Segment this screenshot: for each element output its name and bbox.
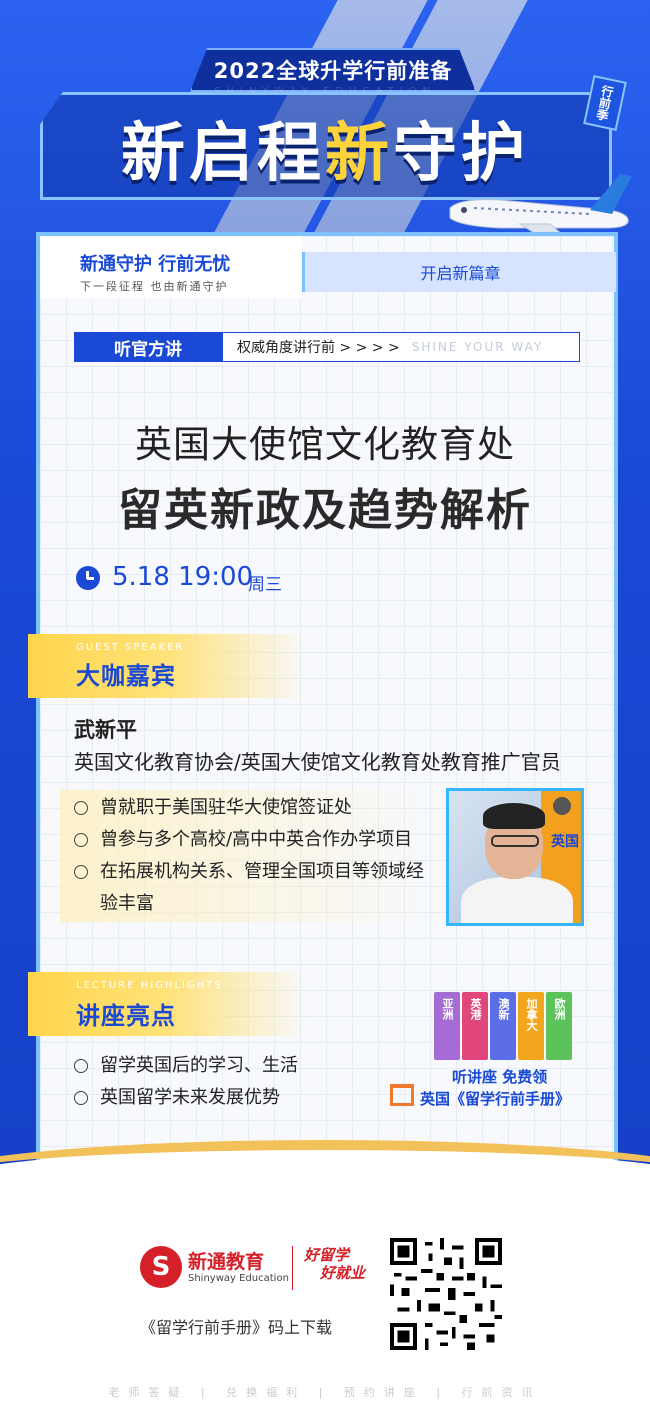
highlight-bullets: 留学英国后的学习、生活 英国留学未来发展优势: [74, 1050, 298, 1114]
book: 英港: [462, 992, 488, 1060]
highlights-section-en: LECTURE HIGHLIGHTS: [76, 980, 223, 991]
circle-bullet-icon: [74, 865, 88, 879]
event-datetime: 5.18 19:00: [112, 562, 254, 592]
gift-icon: [390, 1084, 414, 1106]
speaker-bullets: 曾就职于美国驻华大使馆签证处 曾参与多个高校/高中中英合作办学项目 在拓展机构关…: [74, 792, 444, 920]
hero-title-part1: 新启程: [121, 117, 325, 191]
logo-english: Shinyway Education: [188, 1273, 289, 1284]
tab-left-subtitle: 下一段征程 也由新通守护: [80, 280, 229, 293]
event-weekday: 周三: [248, 575, 282, 595]
speaker-name: 武新平: [74, 718, 137, 742]
speaker-section-en: GUEST SPEAKER: [76, 642, 185, 653]
year-badge-label: 2022全球升学行前准备: [213, 59, 453, 83]
list-item: 曾就职于美国驻华大使馆签证处: [74, 792, 444, 824]
clock-icon: [76, 566, 100, 590]
card-tab-right: 开启新篇章: [302, 252, 616, 292]
speaker-photo: 英国: [446, 788, 584, 926]
footer-links: 老师答疑 | 兑换福利 | 预约讲座 | 行前资讯: [108, 1386, 542, 1399]
list-item: 在拓展机构关系、管理全国项目等领域经验丰富: [74, 856, 444, 920]
tab-left-title: 新通守护 行前无忧: [80, 254, 231, 275]
gift-line2: 英国《留学行前手册》: [420, 1090, 571, 1108]
official-bar: 权威角度讲行前 > > > > SHINE YOUR WAY: [222, 332, 580, 362]
official-tag: 听官方讲: [74, 332, 222, 362]
list-item: 留学英国后的学习、生活: [74, 1050, 298, 1082]
list-item: 曾参与多个高校/高中中英合作办学项目: [74, 824, 444, 856]
organizer: 英国大使馆文化教育处: [135, 423, 515, 466]
gold-curve-divider: [0, 1140, 650, 1200]
logo-divider: [292, 1246, 293, 1290]
book: 澳新: [490, 992, 516, 1060]
highlights-section-title: 讲座亮点: [76, 1002, 176, 1030]
slogan-line2: 好就业: [320, 1264, 366, 1282]
qr-code[interactable]: [390, 1238, 502, 1350]
circle-bullet-icon: [74, 801, 88, 815]
gift-line1: 听讲座 免费领: [452, 1068, 548, 1086]
book: 亚洲: [434, 992, 460, 1060]
slogan-line1: 好留学: [304, 1246, 350, 1264]
shinyway-logo-icon: S: [140, 1246, 182, 1288]
tab-right-label: 开启新篇章: [420, 264, 501, 283]
handbook-books: 亚洲 英港 澳新 加拿大 欧洲: [434, 992, 584, 1062]
speaker-section-title: 大咖嘉宾: [76, 662, 176, 690]
photo-sign-text: 英国: [551, 834, 579, 850]
poster: 2022全球升学行前准备 SHINYWAY EDUCATION 新启程新守护 行…: [0, 0, 650, 1408]
download-hint: 《留学行前手册》码上下载: [140, 1318, 333, 1337]
hero-title-part2-first: 新: [325, 117, 393, 191]
slogan-logo: 好留学 好就业: [304, 1246, 378, 1290]
circle-bullet-icon: [74, 1059, 88, 1073]
circle-bullet-icon: [74, 1091, 88, 1105]
speaker-title: 英国文化教育协会/英国大使馆文化教育处教育推广官员: [74, 750, 561, 774]
list-item: 英国留学未来发展优势: [74, 1082, 298, 1114]
book: 欧洲: [546, 992, 572, 1060]
circle-bullet-icon: [74, 833, 88, 847]
official-text: 权威角度讲行前 > > > >: [237, 340, 400, 356]
lecture-topic: 留英新政及趋势解析: [118, 485, 532, 536]
official-en: SHINE YOUR WAY: [411, 340, 544, 354]
logo-name: 新通教育: [188, 1251, 265, 1273]
book: 加拿大: [518, 992, 544, 1060]
